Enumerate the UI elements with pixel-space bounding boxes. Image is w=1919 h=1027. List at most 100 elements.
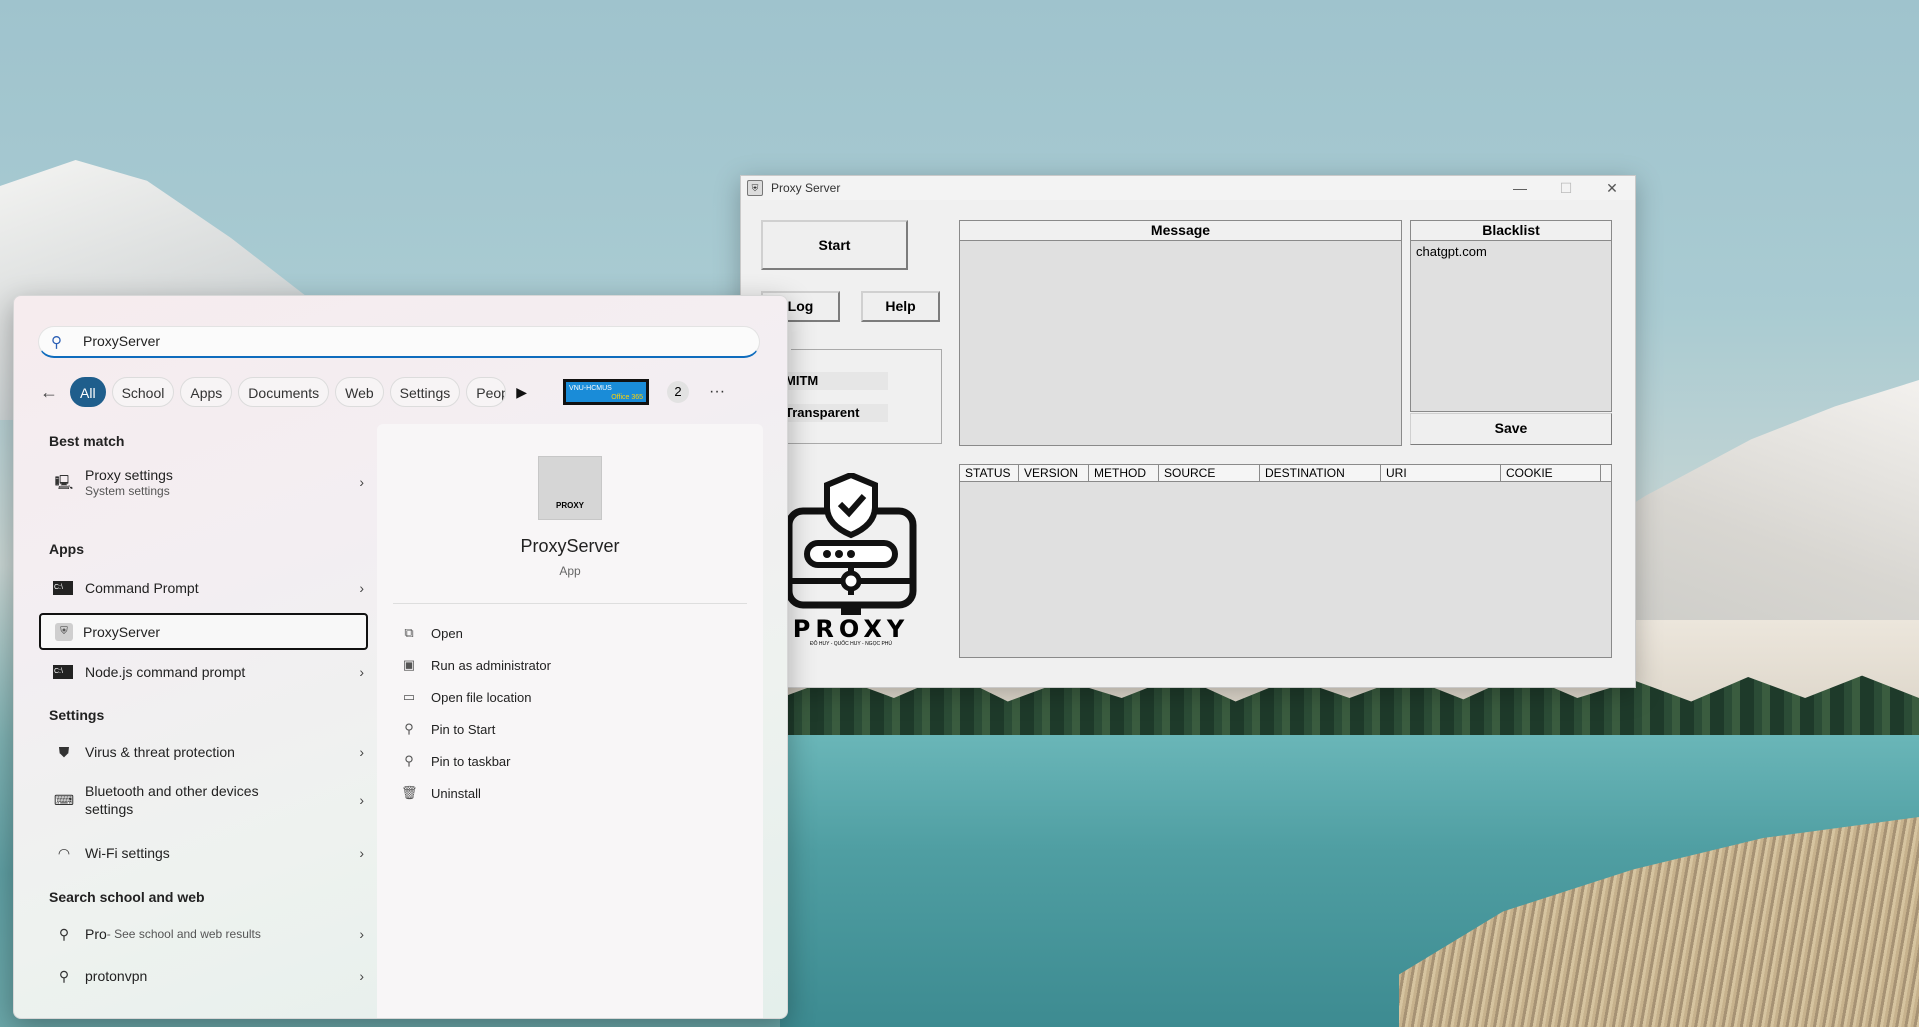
search-input[interactable] [81,332,735,350]
folder-icon: ▭ [402,689,416,704]
filter-all[interactable]: All [70,377,106,407]
action-label: Pin to taskbar [431,753,511,769]
organization-badge[interactable]: VNU-HCMUS Office 365 [563,379,650,405]
scroll-right-arrow-icon[interactable]: ▶ [516,384,527,401]
chevron-right-icon: › [359,474,364,490]
col-status[interactable]: STATUS [960,465,1019,481]
blacklist-textbox[interactable]: chatgpt.com [1410,240,1612,412]
minimize-button[interactable]: — [1497,176,1543,200]
more-options-icon[interactable]: ··· [709,383,725,401]
result-label: Proxy settings [85,467,173,483]
filter-documents[interactable]: Documents [238,377,330,407]
maximize-button[interactable]: ☐ [1543,176,1589,200]
result-bluetooth-devices[interactable]: ⌨ Bluetooth and other devices settings › [39,778,379,822]
chevron-right-icon: › [359,664,364,680]
chevron-right-icon: › [359,845,364,861]
nodejs-prompt-icon: C:\ [53,665,73,679]
result-label: Node.js command prompt [85,664,246,680]
message-header: Message [959,220,1402,241]
search-icon: ⚲ [51,334,62,351]
start-button[interactable]: Start [761,220,908,270]
action-uninstall[interactable]: 🗑 Uninstall [401,785,481,801]
close-button[interactable]: ✕ [1589,176,1635,200]
col-version[interactable]: VERSION [1019,465,1089,481]
result-web-protonvpn[interactable]: ⚲ protonvpn › [39,958,379,994]
result-command-prompt[interactable]: C:\ Command Prompt › [39,570,379,606]
action-open[interactable]: ⧉ Open [401,625,463,641]
back-arrow-icon[interactable]: ← [34,382,64,403]
proxyserver-large-icon: PROXY [538,456,602,520]
filter-settings[interactable]: Settings [389,377,461,407]
traffic-table-header: STATUS VERSION METHOD SOURCE DESTINATION… [959,464,1612,482]
col-cookie[interactable]: COOKIE [1501,465,1601,481]
action-pin-to-taskbar[interactable]: ⚲ Pin to taskbar [401,753,511,769]
proxy-settings-icon: 🖳 [54,474,74,490]
section-apps: Apps [49,541,84,557]
start-search-panel: ⚲ ← All School Apps Documents Web Settin… [13,295,788,1019]
command-prompt-icon: C:\ [53,581,73,595]
filter-bar: ← All School Apps Documents Web Settings… [34,376,725,408]
action-label: Run as administrator [431,657,551,673]
message-panel[interactable] [959,240,1402,446]
col-destination[interactable]: DESTINATION [1260,465,1381,481]
count-badge[interactable]: 2 [667,381,690,403]
chevron-right-icon: › [359,580,364,596]
search-icon: ⚲ [58,926,70,942]
proxy-logo: PROXY ĐỖ HUY - QUỐC HUY - NGỌC PHÚ [781,471,921,648]
result-nodejs-command-prompt[interactable]: C:\ Node.js command prompt › [39,654,379,690]
logo-subtitle: ĐỖ HUY - QUỐC HUY - NGỌC PHÚ [809,641,893,647]
traffic-table-body[interactable] [959,481,1612,658]
mode-frame [762,349,942,444]
result-web-pro[interactable]: ⚲ Pro - See school and web results › [39,916,379,952]
filter-people[interactable]: Peop [466,377,507,407]
result-virus-threat-protection[interactable]: ⛊ Virus & threat protection › [39,734,379,770]
result-label-line2: settings [85,801,134,817]
help-button[interactable]: Help [861,291,940,322]
result-label: Command Prompt [85,580,199,596]
window-title: Proxy Server [771,181,841,195]
chevron-right-icon: › [359,926,364,942]
result-proxy-settings[interactable]: 🖳 Proxy settings System settings › [39,460,379,504]
section-settings: Settings [49,707,105,723]
result-label: Pro [85,926,107,942]
admin-shield-icon: ▣ [402,657,416,672]
section-search-web: Search school and web [49,889,205,905]
search-box[interactable]: ⚲ [38,326,760,358]
result-sublabel: System settings [85,484,170,498]
app-detail-pane: PROXY ProxyServer App ⧉ Open ▣ Run as ad… [377,424,763,1018]
col-method[interactable]: METHOD [1089,465,1159,481]
col-source[interactable]: SOURCE [1159,465,1260,481]
action-label: Open file location [431,689,532,705]
result-label: protonvpn [85,968,148,984]
proxy-server-window: ⛨ Proxy Server — ☐ ✕ Start Log Help ode … [740,175,1636,688]
action-label: Pin to Start [431,721,496,737]
search-icon: ⚲ [58,968,70,984]
result-proxyserver[interactable]: ⛨ ProxyServer [39,613,368,650]
filter-web[interactable]: Web [335,377,384,407]
blacklist-header: Blacklist [1410,220,1612,241]
result-label: ProxyServer [83,623,161,640]
save-button[interactable]: Save [1410,413,1612,445]
result-label: Virus & threat protection [85,744,235,760]
result-sublabel: - See school and web results [106,927,261,941]
chevron-right-icon: › [359,968,364,984]
result-wifi-settings[interactable]: ◠ Wi-Fi settings › [39,835,379,871]
action-run-as-admin[interactable]: ▣ Run as administrator [401,657,551,673]
mode-transparent-radio[interactable]: Transparent [781,404,888,422]
window-titlebar[interactable]: ⛨ Proxy Server — ☐ ✕ [741,176,1635,200]
action-pin-to-start[interactable]: ⚲ Pin to Start [401,721,495,737]
shield-icon: ⛊ [58,744,70,760]
detail-divider [393,603,747,604]
filter-school[interactable]: School [111,377,175,407]
mode-mitm-radio[interactable]: MITM [781,372,888,390]
pin-icon: ⚲ [404,721,414,736]
action-label: Open [431,625,463,641]
chevron-right-icon: › [359,792,364,808]
action-open-file-location[interactable]: ▭ Open file location [401,689,532,705]
filter-apps[interactable]: Apps [180,377,233,407]
col-uri[interactable]: URI [1381,465,1501,481]
proxyserver-app-icon: ⛨ [55,622,73,641]
trash-icon: 🗑 [401,785,418,800]
section-best-match: Best match [49,433,125,449]
detail-app-name: ProxyServer [520,536,620,556]
